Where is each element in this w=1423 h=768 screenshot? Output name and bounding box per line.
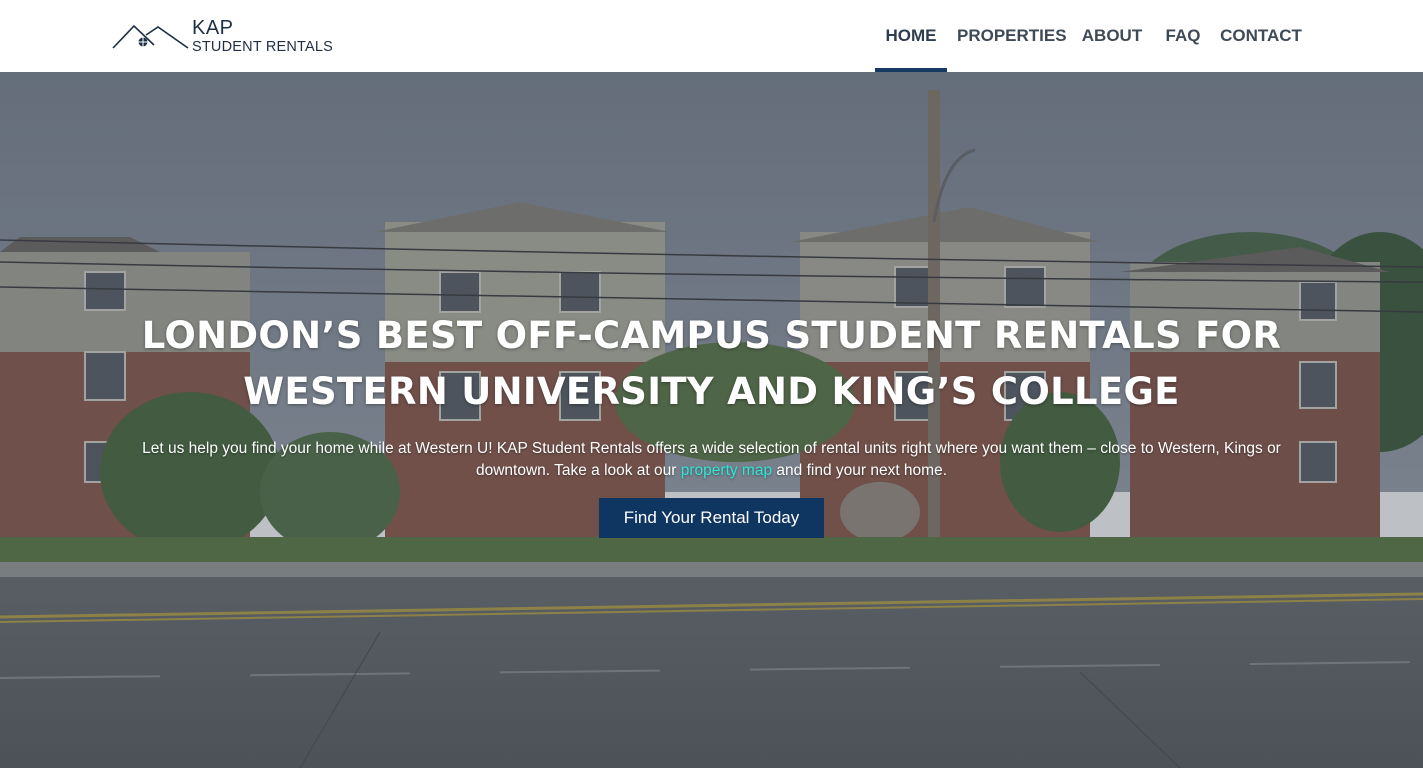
nav-about[interactable]: ABOUT: [1080, 0, 1144, 72]
nav-contact-label: CONTACT: [1220, 26, 1302, 45]
nav-home[interactable]: HOME: [875, 0, 947, 72]
nav-faq[interactable]: FAQ: [1163, 0, 1203, 72]
nav-contact[interactable]: CONTACT: [1219, 0, 1303, 72]
hero-description: Let us help you find your home while at …: [140, 438, 1283, 482]
hero-section: LONDON’S BEST OFF-CAMPUS STUDENT RENTALS…: [0, 72, 1423, 768]
nav-home-label: HOME: [885, 26, 937, 45]
hero-heading: LONDON’S BEST OFF-CAMPUS STUDENT RENTALS…: [110, 308, 1313, 420]
hero-heading-line1: LONDON’S BEST OFF-CAMPUS STUDENT RENTALS…: [141, 314, 1282, 357]
hero-heading-line2: WESTERN UNIVERSITY AND KING’S COLLEGE: [243, 370, 1180, 413]
nav-about-label: ABOUT: [1081, 26, 1143, 45]
nav-properties[interactable]: PROPERTIES: [957, 0, 1067, 72]
nav-faq-label: FAQ: [1165, 26, 1201, 45]
site-logo[interactable]: KAP STUDENT RENTALS: [112, 17, 352, 57]
nav-active-indicator: [875, 68, 947, 72]
nav-properties-label: PROPERTIES: [957, 26, 1067, 45]
hero-dark-overlay: [0, 72, 1423, 768]
property-map-link[interactable]: property map: [681, 462, 772, 479]
logo-subtitle: STUDENT RENTALS: [192, 39, 334, 55]
find-rental-button[interactable]: Find Your Rental Today: [599, 498, 824, 538]
hero-description-text-end: and find your next home.: [772, 462, 948, 479]
site-header: KAP STUDENT RENTALS HOME PROPERTIES ABOU…: [0, 0, 1423, 72]
logo-house-icon: [112, 24, 189, 49]
logo-title: KAP: [192, 17, 234, 39]
